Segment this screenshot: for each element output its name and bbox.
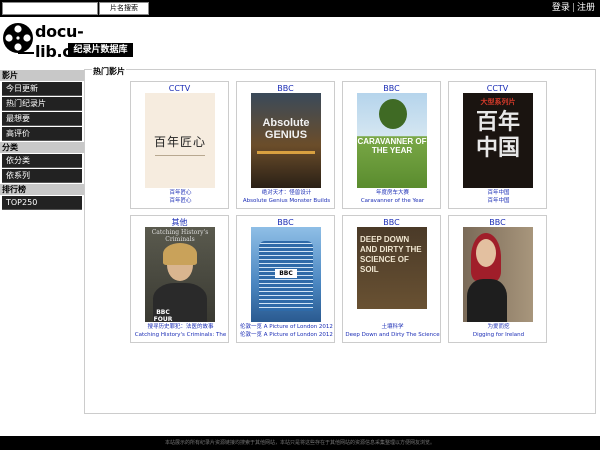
film-title-cn[interactable]: 为爱而挖 bbox=[449, 323, 548, 331]
poster-footer-band bbox=[357, 309, 427, 322]
film-poster[interactable]: Catching History's Criminals BBC FOUR bbox=[145, 227, 215, 322]
film-title-en[interactable]: Caravanner of the Year bbox=[343, 197, 442, 205]
sidebar-item-top250[interactable]: TOP250 bbox=[2, 196, 82, 210]
film-title-en[interactable]: 百年中国 bbox=[449, 197, 548, 205]
footer-disclaimer: 本站展示的所有纪录片资源链接均搜索于其他网站，本站只是将这些存在于其他网站的资源… bbox=[0, 436, 600, 450]
film-poster[interactable] bbox=[463, 227, 533, 322]
film-title-en[interactable]: Digging for Ireland bbox=[449, 331, 548, 339]
section-title: 热门影片 bbox=[92, 66, 126, 77]
user-links: 登录 | 注册 bbox=[552, 2, 595, 14]
poster-title: BBC bbox=[275, 269, 297, 278]
film-title-cn[interactable]: 土壤科学 bbox=[343, 323, 442, 331]
site-logo[interactable]: docu-lib.com 纪录片数据库 bbox=[2, 22, 142, 62]
search-button[interactable]: 片名搜索 bbox=[99, 2, 149, 15]
sidebar-item-most-wanted[interactable]: 最想要 bbox=[2, 112, 82, 126]
poster-brand: BBC FOUR bbox=[153, 309, 173, 322]
sidebar-item-by-category[interactable]: 依分类 bbox=[2, 154, 82, 168]
film-card[interactable]: BBC Absolute GENIUS 绝对天才：怪兽设计 Absolute G… bbox=[236, 81, 335, 209]
film-card[interactable]: BBC 为爱而挖 Digging for Ireland bbox=[448, 215, 547, 343]
film-title-cn[interactable]: 年度房车大赛 bbox=[343, 189, 442, 197]
login-link[interactable]: 登录 bbox=[552, 3, 570, 13]
sidebar-item-popular[interactable]: 热门纪录片 bbox=[2, 97, 82, 111]
poster-title: Catching History's Criminals bbox=[151, 229, 209, 243]
sidebar-item-today-updates[interactable]: 今日更新 bbox=[2, 82, 82, 96]
film-card[interactable]: 其他 Catching History's Criminals BBC FOUR… bbox=[130, 215, 229, 343]
film-title-cn[interactable]: 百年中国 bbox=[449, 189, 548, 197]
film-title-en[interactable]: Deep Down and Dirty The Science bbox=[343, 331, 442, 339]
film-poster[interactable]: Absolute GENIUS bbox=[251, 93, 321, 188]
film-title-en[interactable]: Catching History's Criminals: The bbox=[131, 331, 230, 339]
film-card[interactable]: BBC DEEP DOWN AND DIRTY THE SCIENCE OF S… bbox=[342, 215, 441, 343]
film-poster[interactable]: DEEP DOWN AND DIRTY THE SCIENCE OF SOIL bbox=[357, 227, 427, 322]
sidebar: 影片 今日更新 热门纪录片 最想要 高评价 分类 依分类 依系列 排行榜 TOP… bbox=[0, 70, 84, 211]
user-links-separator: | bbox=[571, 3, 575, 13]
film-card[interactable]: BBC CARAVANNER OF THE YEAR 年度房车大赛 Carava… bbox=[342, 81, 441, 209]
film-title-cn[interactable]: 伦敦一览 A Picture of London 2012 bbox=[237, 323, 336, 331]
film-poster[interactable]: BBC bbox=[251, 227, 321, 322]
poster-deco bbox=[155, 155, 205, 156]
film-card[interactable]: CCTV 百年匠心 百年匠心 百年匠心 bbox=[130, 81, 229, 209]
film-card[interactable]: BBC BBC 伦敦一览 A Picture of London 2012 伦敦… bbox=[236, 215, 335, 343]
top-bar: 片名搜索 登录 | 注册 bbox=[0, 0, 600, 17]
poster-title: 百年中国 bbox=[475, 109, 520, 161]
sidebar-heading-rankings: 排行榜 bbox=[0, 184, 84, 195]
film-poster[interactable]: 大型系列片 百年中国 bbox=[463, 93, 533, 188]
poster-face bbox=[476, 239, 496, 267]
film-title-en[interactable]: 百年匠心 bbox=[131, 197, 230, 205]
film-poster[interactable]: 百年匠心 bbox=[145, 93, 215, 188]
sidebar-heading-categories: 分类 bbox=[0, 142, 84, 153]
main-content: 热门影片 CCTV 百年匠心 百年匠心 百年匠心 BBC Absolute GE… bbox=[84, 62, 596, 414]
sidebar-heading-films: 影片 bbox=[0, 70, 84, 81]
poster-title: CARAVANNER OF THE YEAR bbox=[357, 137, 427, 155]
search-input[interactable] bbox=[2, 2, 98, 15]
film-title-en[interactable]: 伦敦一览 A Picture of London 2012 bbox=[237, 331, 336, 339]
film-title-en[interactable]: Absolute Genius Monster Builds bbox=[237, 197, 336, 205]
sidebar-item-top-rated[interactable]: 高评价 bbox=[2, 127, 82, 141]
poster-subtitle: 大型系列片 bbox=[480, 98, 516, 106]
sidebar-item-by-series[interactable]: 依系列 bbox=[2, 169, 82, 183]
poster-title: DEEP DOWN AND DIRTY THE SCIENCE OF SOIL bbox=[360, 235, 422, 274]
poster-title: 百年匠心 bbox=[153, 135, 206, 149]
film-card[interactable]: CCTV 大型系列片 百年中国 百年中国 百年中国 bbox=[448, 81, 547, 209]
poster-stripe bbox=[257, 151, 315, 154]
film-reel-icon bbox=[3, 23, 34, 54]
poster-hair bbox=[163, 243, 197, 265]
film-title-cn[interactable]: 绝对天才：怪兽设计 bbox=[237, 189, 336, 197]
logo-subtitle: 纪录片数据库 bbox=[68, 43, 133, 57]
film-title-cn[interactable]: 搜寻历史罪犯：法医的故事 bbox=[131, 323, 230, 331]
film-title-cn[interactable]: 百年匠心 bbox=[131, 189, 230, 197]
poster-body bbox=[467, 279, 507, 322]
poster-title: Absolute GENIUS bbox=[262, 117, 310, 141]
poster-tree bbox=[379, 99, 407, 129]
register-link[interactable]: 注册 bbox=[577, 3, 595, 13]
film-poster[interactable]: CARAVANNER OF THE YEAR bbox=[357, 93, 427, 188]
